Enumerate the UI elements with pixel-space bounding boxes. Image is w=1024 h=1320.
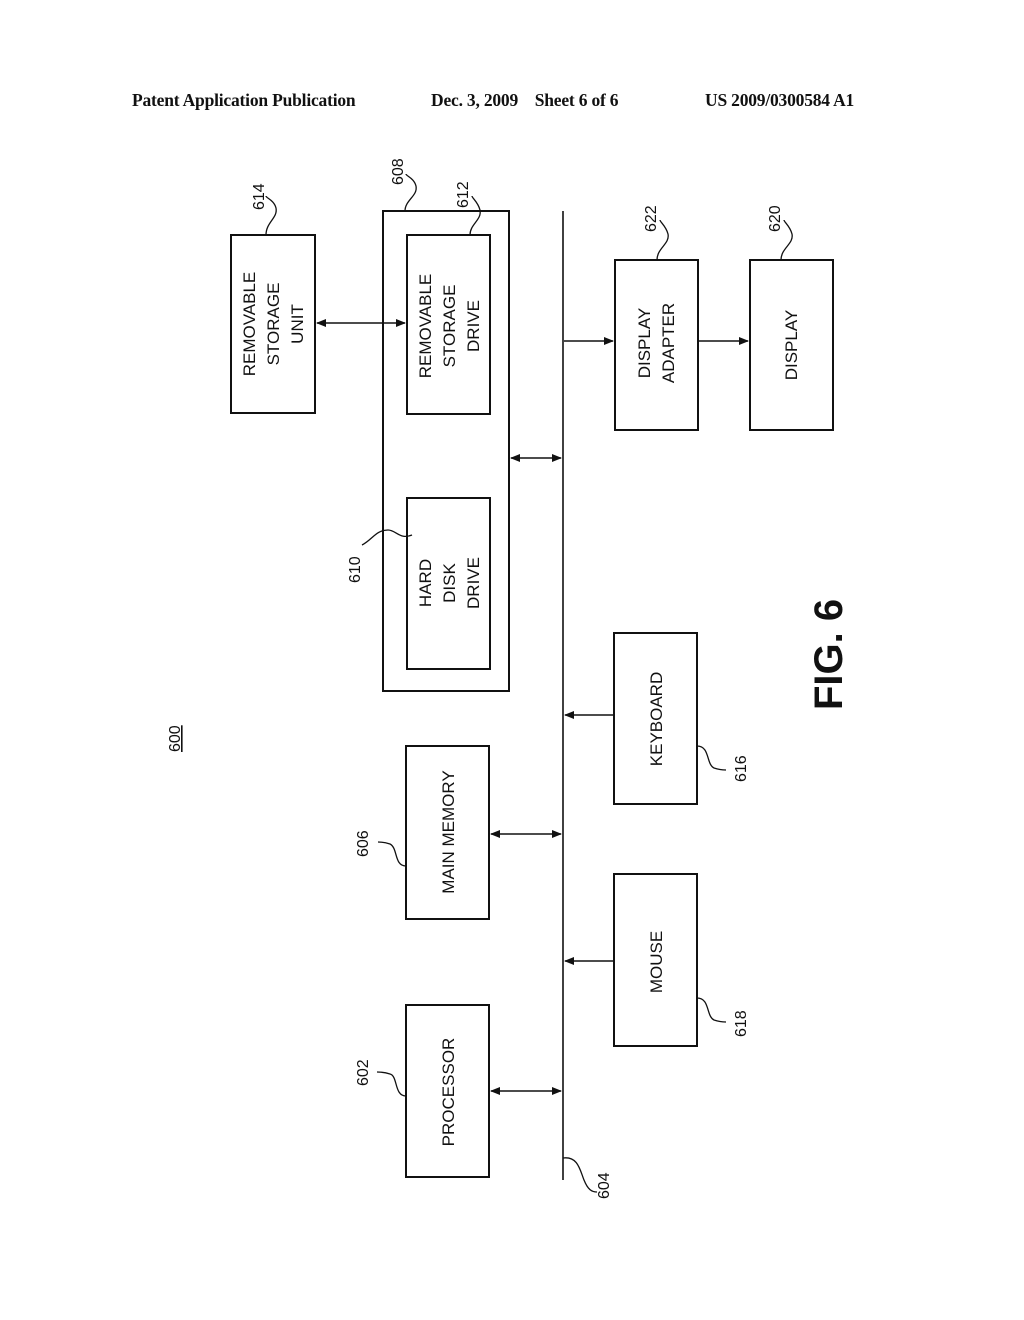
system-ref-label: 600	[167, 725, 184, 752]
bus-ref-leader	[562, 1157, 598, 1193]
display-line-1: DISPLAY	[782, 310, 801, 381]
mouse-ref-leader	[696, 997, 727, 1023]
block-display-adapter: DISPLAY ADAPTER 622	[614, 205, 699, 431]
main-memory-ref-leader	[377, 841, 407, 867]
hard-disk-drive-ref-leader	[361, 529, 413, 546]
main-memory-line-1: MAIN MEMORY	[439, 770, 458, 893]
block-removable-storage-unit: REMOVABLE STORAGE UNIT 614	[230, 183, 316, 414]
removable-storage-unit-line-1: REMOVABLE	[240, 272, 259, 377]
removable-storage-unit-ref: 614	[251, 183, 268, 210]
display-adapter-line-1: DISPLAY	[635, 308, 654, 379]
block-keyboard: KEYBOARD 616	[613, 632, 750, 805]
figure-label: FIG. 6	[807, 599, 851, 710]
main-memory-ref: 606	[355, 830, 372, 857]
processor-line-1: PROCESSOR	[439, 1038, 458, 1147]
block-main-memory: MAIN MEMORY 606	[355, 745, 490, 920]
removable-storage-unit-line-2: STORAGE	[264, 283, 283, 366]
block-diagram: 604 600 REMOVABLE STORAGE UNIT 614 608 R…	[167, 158, 851, 1199]
hard-disk-drive-ref: 610	[347, 556, 364, 583]
removable-storage-unit-line-3: UNIT	[288, 304, 307, 344]
secondary-memory-ref: 608	[390, 158, 407, 185]
block-hard-disk-drive: HARD DISK DRIVE 610	[347, 497, 491, 670]
bus-ref-label: 604	[596, 1172, 613, 1199]
block-processor: PROCESSOR 602	[355, 1004, 490, 1178]
removable-storage-drive-ref: 612	[455, 181, 472, 208]
mouse-line-1: MOUSE	[647, 931, 666, 993]
block-removable-storage-drive: REMOVABLE STORAGE DRIVE 612	[406, 181, 491, 415]
mouse-ref: 618	[733, 1010, 750, 1037]
display-adapter-ref: 622	[643, 205, 660, 232]
system-ref: 600	[167, 725, 184, 752]
removable-storage-drive-line-3: DRIVE	[464, 300, 483, 352]
keyboard-line-1: KEYBOARD	[647, 672, 666, 766]
keyboard-ref-leader	[696, 745, 727, 771]
display-ref: 620	[767, 205, 784, 232]
hard-disk-drive-line-2: DISK	[440, 563, 459, 603]
hard-disk-drive-line-3: DRIVE	[464, 557, 483, 609]
processor-ref: 602	[355, 1059, 372, 1086]
display-adapter-line-2: ADAPTER	[659, 303, 678, 383]
block-display: DISPLAY 620	[749, 205, 834, 431]
removable-storage-drive-line-1: REMOVABLE	[416, 274, 435, 379]
hard-disk-drive-line-1: HARD	[416, 559, 435, 607]
processor-ref-leader	[376, 1071, 407, 1097]
keyboard-ref: 616	[733, 755, 750, 782]
block-mouse: MOUSE 618	[613, 873, 750, 1047]
removable-storage-drive-line-2: STORAGE	[440, 285, 459, 368]
